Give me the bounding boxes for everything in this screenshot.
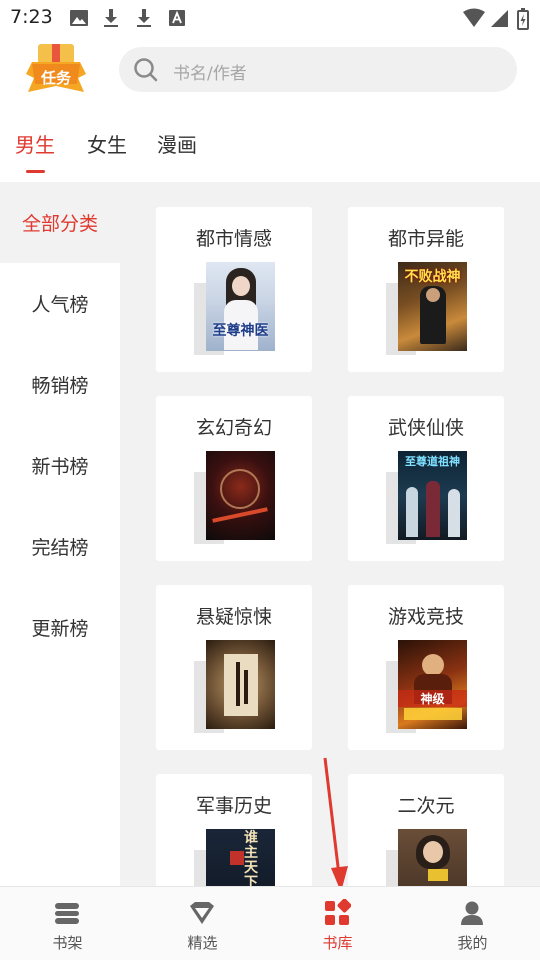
tab-male[interactable]: 男生 [15, 129, 55, 158]
cover-title: 不败战神 [404, 269, 461, 285]
download-icon [137, 9, 151, 27]
nav-bookshelf[interactable]: 书架 [0, 887, 135, 960]
category-name: 都市异能 [387, 228, 464, 250]
book-cover: 不败战神 [398, 262, 467, 351]
sidebar-item-updated[interactable]: 更新榜 [0, 587, 120, 668]
task-badge-button[interactable]: 任务 [22, 40, 90, 98]
search-placeholder: 书名/作者 [173, 64, 247, 84]
diamond-icon [190, 902, 214, 924]
book-cover: 至尊道祖神 [398, 451, 467, 540]
cover-title: 谁主天下 [244, 830, 258, 891]
nav-label: 书库 [322, 934, 353, 952]
book-cover: 神级 [398, 640, 467, 729]
nav-featured[interactable]: 精选 [135, 887, 270, 960]
category-card-fantasy[interactable]: 玄幻奇幻 [156, 396, 312, 561]
sidebar-item-completed[interactable]: 完结榜 [0, 506, 120, 587]
category-name: 二次元 [397, 795, 455, 817]
notification-a-icon [169, 10, 185, 26]
search-input[interactable]: 书名/作者 [119, 47, 517, 92]
category-card-gaming[interactable]: 游戏竞技 神级 [348, 585, 504, 750]
sidebar-filler [0, 668, 120, 886]
book-cover: 至尊神医 [206, 262, 275, 351]
signal-icon [491, 10, 508, 27]
book-cover [206, 640, 275, 729]
task-badge-label: 任务 [40, 69, 71, 87]
download-icon [104, 9, 118, 27]
sidebar-item-popular[interactable]: 人气榜 [0, 263, 120, 344]
person-icon [461, 901, 483, 925]
category-name: 军事历史 [195, 795, 272, 817]
category-card-urban-romance[interactable]: 都市情感 至尊神医 [156, 207, 312, 372]
bottom-nav: 书架 精选 书库 我的 [0, 886, 540, 960]
category-name: 玄幻奇幻 [195, 417, 272, 439]
tab-female[interactable]: 女生 [87, 129, 127, 158]
category-sidebar: 全部分类 人气榜 畅销榜 新书榜 完结榜 更新榜 [0, 182, 120, 886]
cover-title: 至尊道祖神 [405, 455, 460, 468]
battery-icon [517, 8, 529, 30]
nav-profile[interactable]: 我的 [405, 887, 540, 960]
category-card-suspense-thriller[interactable]: 悬疑惊悚 [156, 585, 312, 750]
tab-active-indicator [26, 170, 45, 173]
nav-label: 书架 [52, 934, 83, 952]
nav-library[interactable]: 书库 [270, 887, 405, 960]
nav-label: 我的 [457, 934, 488, 952]
library-grid-icon [325, 899, 351, 925]
wifi-icon [463, 8, 485, 27]
book-cover [206, 451, 275, 540]
category-name: 都市情感 [195, 228, 272, 250]
category-card-wuxia-xianxia[interactable]: 武侠仙侠 至尊道祖神 [348, 396, 504, 561]
status-time: 7:23 [10, 6, 53, 28]
search-icon [134, 58, 158, 82]
bookshelf-icon [55, 903, 79, 924]
sidebar-item-new-books[interactable]: 新书榜 [0, 425, 120, 506]
status-bar: 7:23 [0, 0, 540, 36]
image-icon [70, 10, 88, 26]
cover-title: 至尊神医 [212, 323, 269, 339]
tab-comics[interactable]: 漫画 [157, 129, 197, 158]
category-name: 游戏竞技 [387, 606, 464, 628]
sidebar-item-all-categories[interactable]: 全部分类 [0, 182, 120, 263]
cover-title: 神级 [398, 690, 467, 707]
app: 7:23 任务 书名/作者 男生 女生 漫画 全部分类 人气榜 畅销榜 新书榜 … [0, 0, 540, 960]
category-card-urban-superpower[interactable]: 都市异能 不败战神 [348, 207, 504, 372]
nav-label: 精选 [187, 934, 218, 952]
sidebar-item-bestseller[interactable]: 畅销榜 [0, 344, 120, 425]
category-name: 悬疑惊悚 [195, 606, 272, 628]
category-name: 武侠仙侠 [387, 417, 464, 439]
